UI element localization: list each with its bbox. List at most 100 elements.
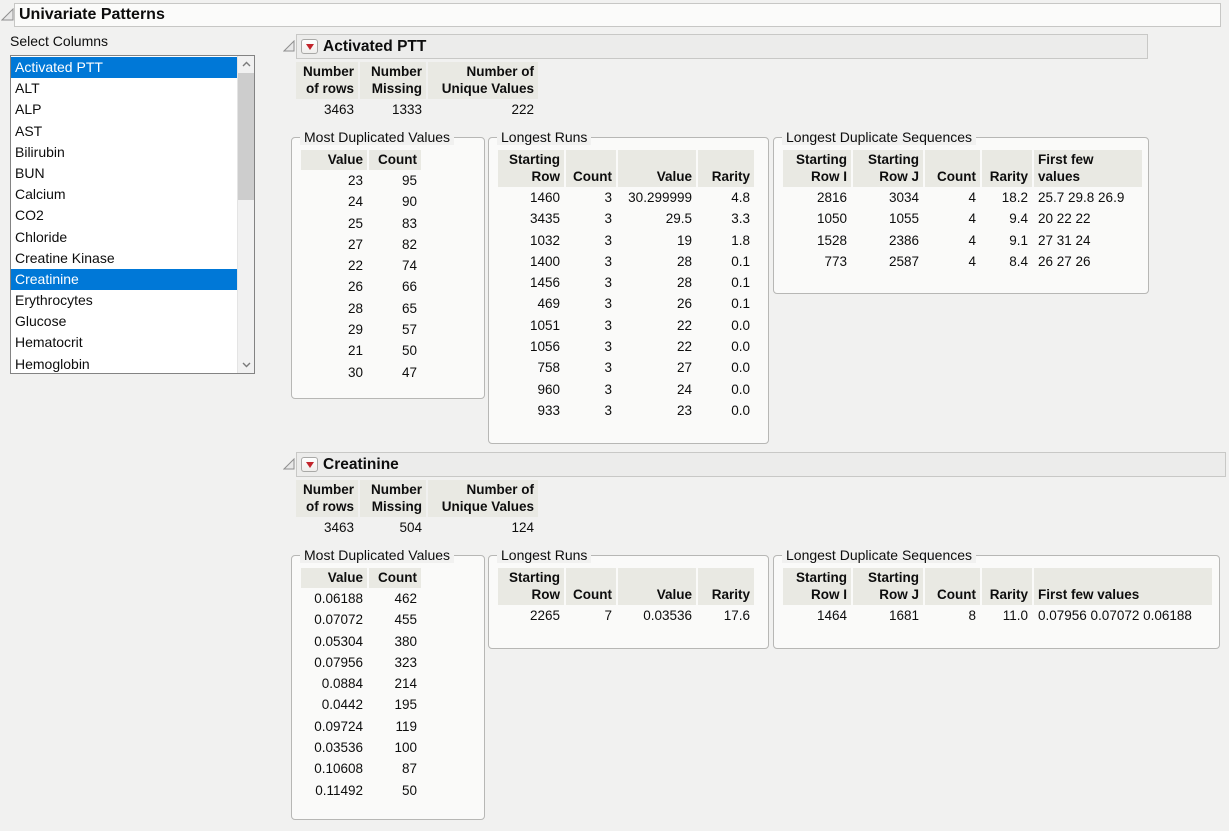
disclosure-triangle-icon[interactable] <box>283 458 295 470</box>
column-list: Activated PTTALTALPASTBilirubinBUNCalciu… <box>11 56 237 373</box>
cell: 8.4 <box>982 251 1032 272</box>
longest-duplicate-sequences-table: Starting Row IStarting Row JCountRarityF… <box>781 568 1219 626</box>
cell: 3 <box>566 251 616 272</box>
cell: 9.1 <box>982 230 1032 251</box>
cell: 0.0 <box>698 315 754 336</box>
cell: 0.07956 0.07072 0.06188 <box>1034 605 1212 626</box>
table-row: 2490 <box>301 191 421 212</box>
cell: 3 <box>566 379 616 400</box>
cell: 24 <box>301 191 367 212</box>
cell: 380 <box>369 631 421 652</box>
list-item[interactable]: BUN <box>11 163 237 184</box>
cell: 90 <box>369 191 421 212</box>
column-header: Value <box>301 150 367 170</box>
cell: 3 <box>566 230 616 251</box>
disclosure-triangle-icon[interactable] <box>1 8 14 21</box>
cell: 0.07956 <box>301 652 367 673</box>
table-row: 226570.0353617.6 <box>498 605 754 626</box>
cell: 29.5 <box>618 208 696 229</box>
list-item[interactable]: Hematocrit <box>11 332 237 353</box>
table-row: 2274 <box>301 255 421 276</box>
data-table: Starting RowCountValueRarity226570.03536… <box>496 568 756 626</box>
cell: 3463 <box>296 517 358 538</box>
cell: 95 <box>369 170 421 191</box>
cell: 17.6 <box>698 605 754 626</box>
cell: 27 31 24 <box>1034 230 1142 251</box>
red-triangle-menu-button[interactable] <box>301 39 318 54</box>
summary-table: Number of rowsNumber MissingNumber of Un… <box>294 62 540 120</box>
list-item[interactable]: Hemoglobin <box>11 354 237 373</box>
list-item[interactable]: Creatine Kinase <box>11 248 237 269</box>
table-row: 2395 <box>301 170 421 191</box>
cell: 28 <box>618 272 696 293</box>
table-row: 10563220.0 <box>498 336 754 357</box>
header-row: ValueCount <box>301 568 421 588</box>
cell: 0.0884 <box>301 673 367 694</box>
scroll-down-button[interactable] <box>238 357 254 373</box>
cell: 3034 <box>853 187 923 208</box>
most-duplicated-values-table: ValueCount239524902583278222742666286529… <box>299 150 484 383</box>
header-row: Starting RowCountValueRarity <box>498 568 754 605</box>
longest-duplicate-sequences-table: Starting Row IStarting Row JCountRarityF… <box>781 150 1148 272</box>
list-item[interactable]: ALT <box>11 78 237 99</box>
cell: 3 <box>566 272 616 293</box>
cell: 0.0 <box>698 357 754 378</box>
cell: 0.0 <box>698 379 754 400</box>
cell: 462 <box>369 588 421 609</box>
header-row: Starting Row IStarting Row JCountRarityF… <box>783 568 1212 605</box>
red-triangle-menu-button[interactable] <box>301 457 318 472</box>
cell: 1.8 <box>698 230 754 251</box>
cell: 50 <box>369 780 421 801</box>
section-title: Activated PTT <box>323 38 426 56</box>
cell: 0.1 <box>698 272 754 293</box>
summary-table: Number of rowsNumber MissingNumber of Un… <box>294 480 540 538</box>
section-title-bar: Creatinine <box>296 452 1226 477</box>
disclosure-triangle-icon[interactable] <box>283 40 295 52</box>
table-row: 3047 <box>301 362 421 383</box>
select-columns-label: Select Columns <box>10 33 108 49</box>
cell: 0.07072 <box>301 609 367 630</box>
list-item[interactable]: Calcium <box>11 184 237 205</box>
table-row: 9603240.0 <box>498 379 754 400</box>
cell: 26 27 26 <box>1034 251 1142 272</box>
cell: 4 <box>925 187 980 208</box>
group-box-most-duplicated-values: Most Duplicated Values ValueCount0.06188… <box>291 555 485 820</box>
data-table: Number of rowsNumber MissingNumber of Un… <box>294 480 540 538</box>
list-item[interactable]: AST <box>11 121 237 142</box>
cell: 773 <box>783 251 851 272</box>
scroll-thumb[interactable] <box>238 73 254 200</box>
scroll-up-button[interactable] <box>238 56 254 72</box>
cell: 50 <box>369 340 421 361</box>
group-box-label: Most Duplicated Values <box>300 547 454 563</box>
cell: 25.7 29.8 26.9 <box>1034 187 1142 208</box>
list-item[interactable]: Bilirubin <box>11 142 237 163</box>
group-box-label: Longest Runs <box>497 129 591 145</box>
cell: 1056 <box>498 336 564 357</box>
table-row: 1050105549.420 22 22 <box>783 208 1142 229</box>
cell: 21 <box>301 340 367 361</box>
list-item[interactable]: Glucose <box>11 311 237 332</box>
cell: 0.0 <box>698 400 754 421</box>
cell: 1051 <box>498 315 564 336</box>
list-item[interactable]: Chloride <box>11 227 237 248</box>
column-header: Count <box>566 568 616 605</box>
data-table: Starting Row IStarting Row JCountRarityF… <box>781 568 1214 626</box>
cell: 100 <box>369 737 421 758</box>
cell: 1528 <box>783 230 851 251</box>
group-box-longest-duplicate-sequences: Longest Duplicate Sequences Starting Row… <box>773 555 1220 649</box>
scrollbar[interactable] <box>237 56 254 373</box>
table-row: 0.1060887 <box>301 758 421 779</box>
list-item[interactable]: Activated PTT <box>11 57 237 78</box>
list-item[interactable]: Creatinine <box>11 269 237 290</box>
cell: 23 <box>618 400 696 421</box>
chevron-down-icon <box>242 362 251 368</box>
list-item[interactable]: Erythrocytes <box>11 290 237 311</box>
header-row: Starting RowCountValueRarity <box>498 150 754 187</box>
cell: 87 <box>369 758 421 779</box>
table-row: 28163034418.225.7 29.8 26.9 <box>783 187 1142 208</box>
list-item[interactable]: ALP <box>11 99 237 120</box>
group-box-label: Longest Duplicate Sequences <box>782 129 976 145</box>
cell: 0.1 <box>698 293 754 314</box>
list-item[interactable]: CO2 <box>11 205 237 226</box>
cell: 28 <box>618 251 696 272</box>
